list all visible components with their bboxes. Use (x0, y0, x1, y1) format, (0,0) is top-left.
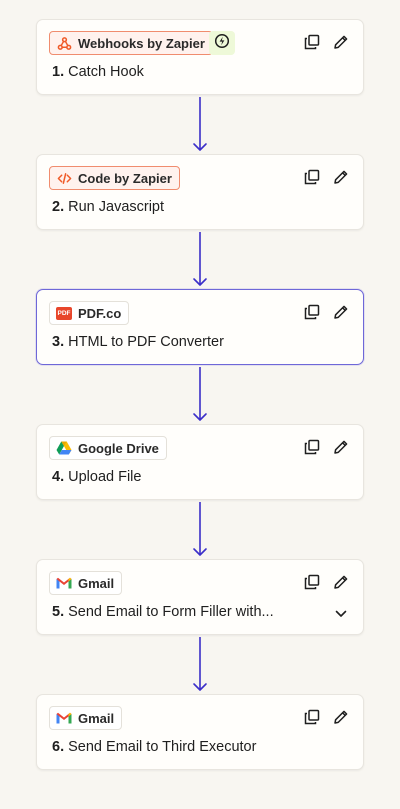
edit-pencil-icon[interactable] (332, 303, 350, 321)
edit-pencil-icon[interactable] (332, 168, 350, 186)
connector-arrow (193, 97, 207, 151)
step-title: 1. Catch Hook (52, 64, 144, 80)
step-card-2[interactable]: Code by Zapier 2. Run Javascript (36, 154, 364, 230)
app-name: Webhooks by Zapier (78, 35, 205, 51)
app-name: PDF.co (78, 305, 122, 321)
step-card-1[interactable]: Webhooks by Zapier 1. Catch Hook (36, 19, 364, 95)
instant-trigger-badge (209, 31, 235, 55)
step-title: 5. Send Email to Form Filler with... (52, 604, 274, 620)
app-badge-google-drive: Google Drive (49, 436, 167, 460)
copy-icon[interactable] (303, 573, 321, 591)
edit-pencil-icon[interactable] (332, 573, 350, 591)
app-name: Google Drive (78, 440, 159, 456)
connector-arrow (193, 232, 207, 286)
step-card-4[interactable]: Google Drive 4. Upload File (36, 424, 364, 500)
copy-icon[interactable] (303, 708, 321, 726)
copy-icon[interactable] (303, 168, 321, 186)
connector-arrow (193, 502, 207, 556)
pdfco-icon: PDF (56, 305, 72, 321)
google-drive-icon (56, 440, 72, 456)
gmail-icon (56, 575, 72, 591)
edit-pencil-icon[interactable] (332, 708, 350, 726)
app-badge-code: Code by Zapier (49, 166, 180, 190)
step-title: 6. Send Email to Third Executor (52, 739, 257, 755)
step-title: 4. Upload File (52, 469, 142, 485)
connector-arrow (193, 637, 207, 691)
step-title: 2. Run Javascript (52, 199, 165, 215)
webhook-icon (56, 35, 72, 51)
app-name: Code by Zapier (78, 170, 172, 186)
bolt-icon (214, 33, 230, 54)
copy-icon[interactable] (303, 33, 321, 51)
app-badge-pdfco: PDF PDF.co (49, 301, 130, 325)
app-badge-gmail: Gmail (49, 706, 123, 730)
copy-icon[interactable] (303, 438, 321, 456)
code-icon (56, 170, 72, 186)
app-badge-gmail: Gmail (49, 571, 123, 595)
edit-pencil-icon[interactable] (332, 33, 350, 51)
step-card-5[interactable]: Gmail 5. Send Email to Form Filler with.… (36, 559, 364, 635)
app-badge-webhooks: Webhooks by Zapier (49, 31, 213, 55)
copy-icon[interactable] (303, 303, 321, 321)
app-name: Gmail (78, 575, 115, 591)
edit-pencil-icon[interactable] (332, 438, 350, 456)
chevron-down-icon[interactable] (332, 605, 350, 623)
connector-arrow (193, 367, 207, 421)
app-name: Gmail (78, 710, 115, 726)
step-title: 3. HTML to PDF Converter (52, 334, 224, 350)
step-card-6[interactable]: Gmail 6. Send Email to Third Executor (36, 694, 364, 770)
gmail-icon (56, 710, 72, 726)
step-card-3[interactable]: PDF PDF.co 3. HTML to PDF Converter (36, 289, 364, 365)
